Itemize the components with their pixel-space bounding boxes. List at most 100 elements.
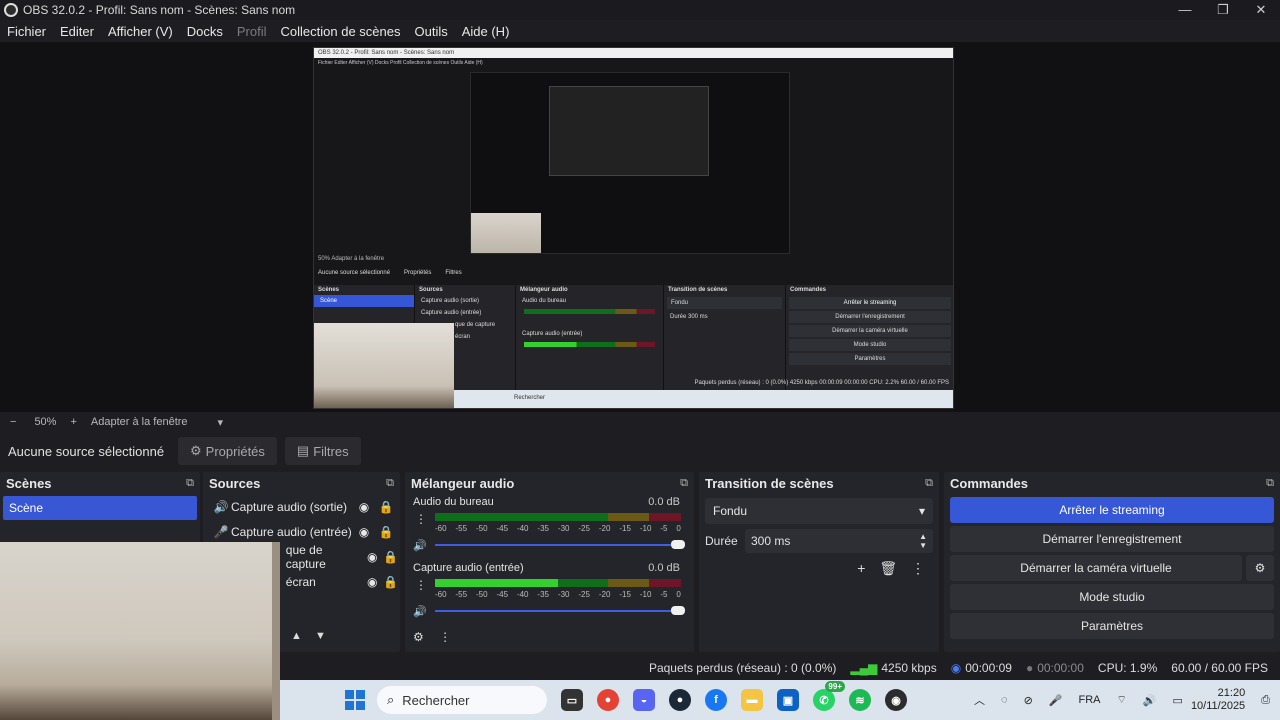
volume-slider[interactable]: 🔊 bbox=[413, 538, 685, 552]
menu-docks[interactable]: Docks bbox=[180, 24, 230, 39]
undock-icon[interactable]: ⧉ bbox=[186, 477, 194, 490]
mixer-channel-mic: Capture audio (entrée) 0.0 dB ⋮ -60 -55 … bbox=[405, 560, 694, 626]
store-icon[interactable]: ▣ bbox=[777, 689, 799, 711]
undock-icon[interactable]: ⧉ bbox=[1266, 477, 1274, 490]
speaker-icon[interactable]: 🔊 bbox=[413, 605, 431, 618]
menu-fichier[interactable]: Fichier bbox=[0, 24, 53, 39]
tray-app-icon[interactable]: ◌ bbox=[1001, 694, 1008, 706]
chevron-up-icon[interactable]: ︿ bbox=[974, 692, 985, 708]
taskbar-search[interactable]: ⌕ Rechercher bbox=[377, 686, 547, 714]
program-preview[interactable]: OBS 32.0.2 - Profil: Sans nom - Scènes: … bbox=[313, 47, 954, 409]
transition-select[interactable]: Fondu ▾ bbox=[705, 498, 933, 524]
eye-icon[interactable]: ◉ bbox=[363, 550, 381, 564]
scene-item[interactable]: Scène bbox=[3, 496, 197, 520]
menu-outils[interactable]: Outils bbox=[407, 24, 454, 39]
bitrate: 4250 kbps bbox=[881, 661, 937, 675]
menu-collection-scenes[interactable]: Collection de scènes bbox=[274, 24, 408, 39]
add-icon[interactable]: + bbox=[857, 560, 865, 576]
fit-window-label[interactable]: Adapter à la fenêtre bbox=[91, 416, 188, 428]
level-meter bbox=[435, 579, 681, 587]
lock-icon[interactable]: 🔒 bbox=[382, 575, 400, 589]
scale-tick: -25 bbox=[578, 590, 590, 599]
move-down-icon[interactable]: ▼ bbox=[315, 630, 326, 642]
level-fill bbox=[435, 579, 558, 587]
wifi-icon[interactable]: ⌔ bbox=[1116, 693, 1126, 707]
source-item[interactable]: 🔊 Capture audio (sortie) ◉ 🔒 bbox=[203, 494, 400, 519]
kebab-icon[interactable]: ⋮ bbox=[415, 578, 427, 592]
preview-area[interactable]: OBS 32.0.2 - Profil: Sans nom - Scènes: … bbox=[0, 42, 1280, 412]
menu-afficher[interactable]: Afficher (V) bbox=[101, 24, 180, 39]
eye-icon[interactable]: ◉ bbox=[353, 500, 375, 514]
zoom-in-button[interactable]: + bbox=[70, 416, 76, 428]
volume-slider[interactable]: 🔊 bbox=[413, 604, 685, 618]
clock[interactable]: 21:20 10/11/2025 bbox=[1191, 687, 1245, 713]
nested-src-2: Capture audio (entrée) bbox=[421, 310, 482, 316]
kebab-icon[interactable]: ⋮ bbox=[415, 512, 427, 526]
undock-icon[interactable]: ⧉ bbox=[386, 477, 394, 490]
volume-icon[interactable]: 🔊 bbox=[1143, 694, 1157, 707]
signal-bars-icon: ▂▄▆ bbox=[850, 661, 878, 675]
scale-tick: -25 bbox=[578, 524, 590, 533]
language-indicator[interactable]: FRA bbox=[1078, 694, 1100, 706]
volume-handle[interactable] bbox=[671, 540, 685, 549]
file-explorer-icon[interactable]: ▬ bbox=[741, 689, 763, 711]
scale-tick: -30 bbox=[557, 590, 570, 599]
facebook-icon[interactable]: f bbox=[705, 689, 727, 711]
start-virtual-camera-button[interactable]: Démarrer la caméra virtuelle bbox=[950, 555, 1242, 581]
chrome-icon[interactable]: ● bbox=[597, 689, 619, 711]
lock-icon[interactable]: 🔒 bbox=[375, 500, 397, 514]
spotify-icon[interactable]: ≋ bbox=[849, 689, 871, 711]
lock-icon[interactable]: 🔒 bbox=[375, 525, 397, 539]
duration-row: Durée 300 ms ▲ ▼ bbox=[705, 528, 933, 554]
minimize-button[interactable]: — bbox=[1166, 0, 1204, 20]
notification-icon[interactable]: ⎙ bbox=[1261, 694, 1270, 707]
menu-editer[interactable]: Editer bbox=[53, 24, 101, 39]
obs-icon[interactable]: ◉ bbox=[885, 689, 907, 711]
nested-ch-2: Capture audio (entrée) bbox=[522, 331, 583, 337]
eye-icon[interactable]: ◉ bbox=[353, 525, 375, 539]
menu-aide[interactable]: Aide (H) bbox=[455, 24, 517, 39]
advanced-audio-icon[interactable]: ⚙ bbox=[413, 630, 424, 644]
microphone-icon[interactable]: 🎤 bbox=[1049, 694, 1063, 707]
studio-mode-button[interactable]: Mode studio bbox=[950, 584, 1274, 610]
windows-start-icon[interactable] bbox=[345, 690, 365, 710]
filters-button[interactable]: ▤ Filtres bbox=[284, 437, 361, 465]
undock-icon[interactable]: ⧉ bbox=[680, 477, 688, 490]
eye-icon[interactable]: ◉ bbox=[363, 575, 381, 589]
clock-time: 21:20 bbox=[1217, 687, 1246, 699]
lock-icon[interactable]: 🔒 bbox=[382, 550, 400, 564]
duration-input[interactable]: 300 ms ▲ ▼ bbox=[745, 529, 933, 553]
properties-button[interactable]: ⚙ Propriétés bbox=[178, 437, 277, 465]
maximize-button[interactable]: ❐ bbox=[1204, 0, 1242, 20]
settings-button[interactable]: Paramètres bbox=[950, 613, 1274, 639]
stop-streaming-button[interactable]: Arrêter le streaming bbox=[950, 497, 1274, 523]
virtual-camera-settings-gear-icon[interactable]: ⚙ bbox=[1246, 555, 1274, 581]
scale-tick: -30 bbox=[557, 524, 570, 533]
battery-icon[interactable]: ▭ bbox=[1173, 694, 1183, 707]
zoom-out-button[interactable]: − bbox=[10, 416, 16, 428]
source-item[interactable]: 🎤 Capture audio (entrée) ◉ 🔒 bbox=[203, 519, 400, 544]
volume-handle[interactable] bbox=[671, 606, 685, 615]
mixer-menu-icon[interactable]: ⋮ bbox=[439, 630, 451, 644]
menu-profil[interactable]: Profil bbox=[230, 24, 274, 39]
task-view-icon[interactable]: ▭ bbox=[561, 689, 583, 711]
spinner-arrows-icon[interactable]: ▲ ▼ bbox=[919, 532, 927, 550]
gear-icon: ⚙ bbox=[190, 443, 202, 458]
steam-icon[interactable]: ● bbox=[669, 689, 691, 711]
discord-icon[interactable]: ◒ bbox=[633, 689, 655, 711]
start-recording-button[interactable]: Démarrer l'enregistrement bbox=[950, 526, 1274, 552]
channel-db: 0.0 dB bbox=[648, 496, 680, 508]
nested-btn-2: Démarrer l'enregistrement bbox=[789, 311, 951, 323]
trash-icon[interactable]: 🗑 bbox=[879, 560, 897, 576]
whatsapp-icon[interactable]: ✆ 99+ bbox=[813, 681, 845, 711]
nested-preview bbox=[470, 72, 790, 254]
zoom-dropdown-icon[interactable]: ▾ bbox=[218, 416, 224, 429]
close-button[interactable]: ✕ bbox=[1242, 0, 1280, 20]
microphone-icon: 🎤 bbox=[213, 524, 229, 539]
move-up-icon[interactable]: ▲ bbox=[291, 630, 302, 642]
menu-bar: Fichier Editer Afficher (V) Docks Profil… bbox=[0, 20, 1280, 42]
speaker-icon[interactable]: 🔊 bbox=[413, 539, 431, 552]
kebab-icon[interactable]: ⋮ bbox=[911, 560, 925, 576]
undock-icon[interactable]: ⧉ bbox=[925, 477, 933, 490]
tray-cloud-icon[interactable]: ⊘ bbox=[1024, 694, 1033, 707]
